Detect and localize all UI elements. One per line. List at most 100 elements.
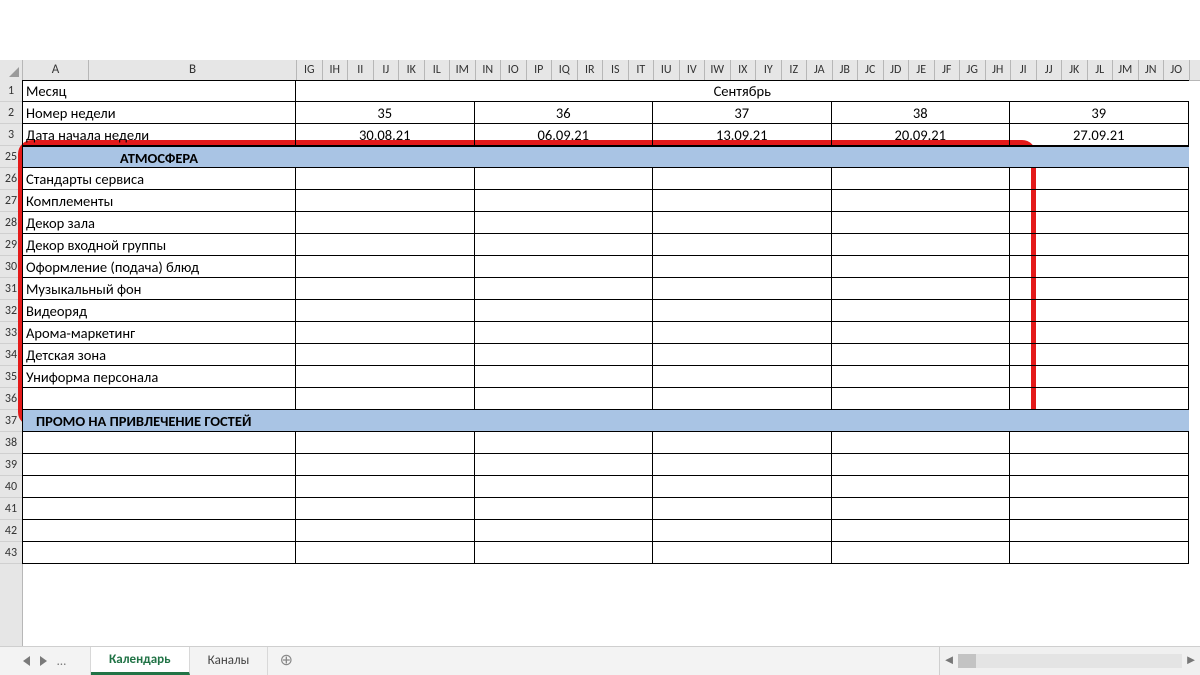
row-header[interactable]: 37 (0, 410, 22, 432)
cell-text[interactable]: Униформа персонала (22, 366, 296, 388)
cell[interactable] (296, 146, 1189, 168)
spreadsheet-grid[interactable]: МесяцСентябрьНомер недели3536373839Дата … (22, 80, 1200, 647)
col-header[interactable]: IM (450, 60, 476, 80)
row-header[interactable]: 3 (0, 124, 22, 146)
cell[interactable] (296, 344, 475, 366)
cell-text[interactable]: 35 (296, 102, 475, 124)
cell[interactable] (22, 542, 296, 564)
cell-text[interactable]: Декор зала (22, 212, 296, 234)
cell-text[interactable]: 36 (475, 102, 654, 124)
cell-text[interactable]: Музыкальный фон (22, 278, 296, 300)
cell[interactable] (832, 212, 1011, 234)
cell[interactable] (22, 520, 296, 542)
cell[interactable] (832, 256, 1011, 278)
cell[interactable] (653, 278, 832, 300)
cell[interactable] (653, 234, 832, 256)
cell-text[interactable]: 38 (832, 102, 1011, 124)
col-header[interactable]: IT (629, 60, 655, 80)
col-header[interactable]: IW (705, 60, 731, 80)
scroll-left-arrow-icon[interactable]: ◄ (940, 647, 958, 675)
cell[interactable] (296, 300, 475, 322)
cell[interactable] (475, 542, 654, 564)
row-header[interactable]: 42 (0, 520, 22, 542)
col-header[interactable]: IV (680, 60, 706, 80)
col-header[interactable]: IS (603, 60, 629, 80)
cell-text[interactable]: Детская зона (22, 344, 296, 366)
scroll-right-arrow-icon[interactable]: ► (1182, 647, 1200, 675)
cell[interactable] (832, 322, 1011, 344)
col-header[interactable]: JO (1164, 60, 1190, 80)
cell[interactable] (653, 542, 832, 564)
cell[interactable] (832, 454, 1011, 476)
cell[interactable] (1010, 300, 1189, 322)
cell-text[interactable]: 20.09.21 (832, 124, 1011, 146)
cell[interactable] (832, 498, 1011, 520)
cell[interactable] (475, 498, 654, 520)
col-header[interactable]: JG (960, 60, 986, 80)
col-header[interactable]: JF (935, 60, 961, 80)
col-header[interactable]: IN (476, 60, 502, 80)
select-all-triangle[interactable] (0, 60, 23, 80)
row-header[interactable]: 31 (0, 278, 22, 300)
cell[interactable] (653, 366, 832, 388)
row-header[interactable]: 35 (0, 366, 22, 388)
col-header[interactable]: IG (297, 60, 323, 80)
col-header[interactable]: IY (756, 60, 782, 80)
cell-text[interactable]: Оформление (подача) блюд (22, 256, 296, 278)
cell[interactable] (832, 190, 1011, 212)
cell[interactable] (475, 454, 654, 476)
cell[interactable] (296, 476, 475, 498)
sheet-tab-active[interactable]: Календарь (91, 647, 190, 675)
cell[interactable] (296, 234, 475, 256)
tab-nav-arrows[interactable]: … (0, 647, 91, 675)
col-header[interactable]: IU (654, 60, 680, 80)
col-header[interactable]: IO (501, 60, 527, 80)
cell[interactable] (296, 366, 475, 388)
cell-text[interactable]: 37 (653, 102, 832, 124)
cell[interactable] (296, 520, 475, 542)
cell[interactable] (475, 366, 654, 388)
col-header[interactable]: IZ (782, 60, 808, 80)
row-header[interactable]: 27 (0, 190, 22, 212)
cell[interactable] (653, 454, 832, 476)
cell[interactable] (1010, 168, 1189, 190)
cell[interactable] (475, 190, 654, 212)
cell[interactable] (653, 476, 832, 498)
row-header[interactable]: 28 (0, 212, 22, 234)
cell[interactable] (653, 498, 832, 520)
cell-text[interactable]: Номер недели (22, 102, 296, 124)
col-header[interactable]: JI (1011, 60, 1037, 80)
col-header[interactable]: II (348, 60, 374, 80)
cell[interactable] (1010, 212, 1189, 234)
scroll-track[interactable] (958, 654, 1182, 668)
cell[interactable] (22, 498, 296, 520)
cell[interactable] (653, 168, 832, 190)
row-header[interactable]: 39 (0, 454, 22, 476)
cell[interactable] (653, 212, 832, 234)
cell[interactable] (653, 322, 832, 344)
cell[interactable] (832, 234, 1011, 256)
cell[interactable] (653, 300, 832, 322)
col-header[interactable]: B (89, 60, 297, 80)
col-header[interactable]: JK (1062, 60, 1088, 80)
cell[interactable] (296, 168, 475, 190)
row-header[interactable]: 34 (0, 344, 22, 366)
cell[interactable] (1010, 278, 1189, 300)
cell[interactable] (1010, 256, 1189, 278)
row-header[interactable]: 41 (0, 498, 22, 520)
cell[interactable] (22, 388, 296, 410)
cell[interactable] (1010, 344, 1189, 366)
row-header[interactable]: 32 (0, 300, 22, 322)
col-header[interactable]: JE (909, 60, 935, 80)
cell[interactable] (1010, 388, 1189, 410)
cell[interactable] (653, 432, 832, 454)
col-header[interactable]: JL (1088, 60, 1114, 80)
cell-text[interactable]: 30.08.21 (296, 124, 475, 146)
cell[interactable] (22, 476, 296, 498)
cell[interactable] (475, 278, 654, 300)
col-header[interactable]: JC (858, 60, 884, 80)
cell[interactable] (832, 388, 1011, 410)
cell-text[interactable]: 27.09.21 (1010, 124, 1189, 146)
cell[interactable] (1010, 476, 1189, 498)
cell[interactable] (296, 432, 475, 454)
